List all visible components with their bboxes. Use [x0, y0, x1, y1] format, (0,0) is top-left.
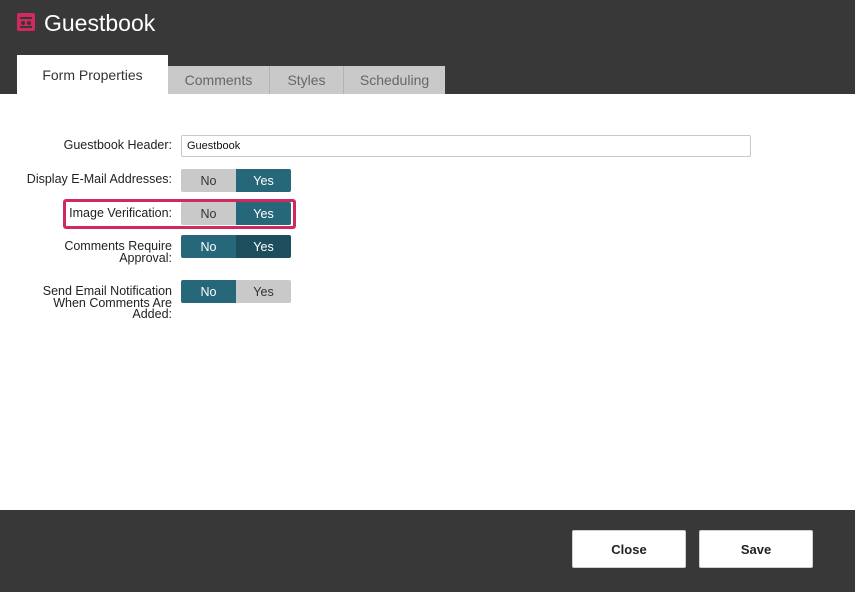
dialog-header: Guestbook Form Properties Comments Style…	[0, 0, 855, 94]
comments-require-approval-no-option[interactable]: No	[181, 235, 236, 258]
send-email-notification-yes-option[interactable]: Yes	[236, 280, 291, 303]
send-email-notification-no-option[interactable]: No	[181, 280, 236, 303]
send-email-notification-label-line3: Added:	[132, 307, 172, 321]
send-email-notification-toggle[interactable]: No Yes	[181, 280, 291, 303]
image-verification-yes-option[interactable]: Yes	[236, 202, 291, 225]
comments-require-approval-toggle[interactable]: No Yes	[181, 235, 291, 258]
guestbook-header-input[interactable]	[181, 135, 751, 157]
send-email-notification-label: Send Email Notification When Comments Ar…	[43, 285, 172, 321]
comments-require-approval-label: Comments Require Approval:	[64, 240, 172, 265]
display-email-yes-option[interactable]: Yes	[236, 169, 291, 192]
save-button[interactable]: Save	[699, 530, 813, 568]
guestbook-logo-icon	[17, 13, 35, 31]
display-email-no-option[interactable]: No	[181, 169, 236, 192]
image-verification-no-option[interactable]: No	[181, 202, 236, 225]
close-button[interactable]: Close	[572, 530, 686, 568]
display-email-toggle[interactable]: No Yes	[181, 169, 291, 192]
tab-scheduling[interactable]: Scheduling	[344, 66, 445, 94]
image-verification-toggle[interactable]: No Yes	[181, 202, 291, 225]
tab-form-properties[interactable]: Form Properties	[17, 55, 168, 94]
comments-require-approval-label-line2: Approval:	[119, 250, 172, 265]
display-email-label: Display E-Mail Addresses:	[26, 172, 172, 186]
tab-comments[interactable]: Comments	[168, 66, 270, 94]
page-title: Guestbook	[44, 10, 156, 36]
image-verification-label: Image Verification:	[69, 206, 172, 220]
guestbook-header-label: Guestbook Header:	[63, 138, 172, 152]
comments-require-approval-yes-option[interactable]: Yes	[236, 235, 291, 258]
tab-styles[interactable]: Styles	[270, 66, 344, 94]
tab-bar: Form Properties Comments Styles Scheduli…	[17, 55, 445, 94]
